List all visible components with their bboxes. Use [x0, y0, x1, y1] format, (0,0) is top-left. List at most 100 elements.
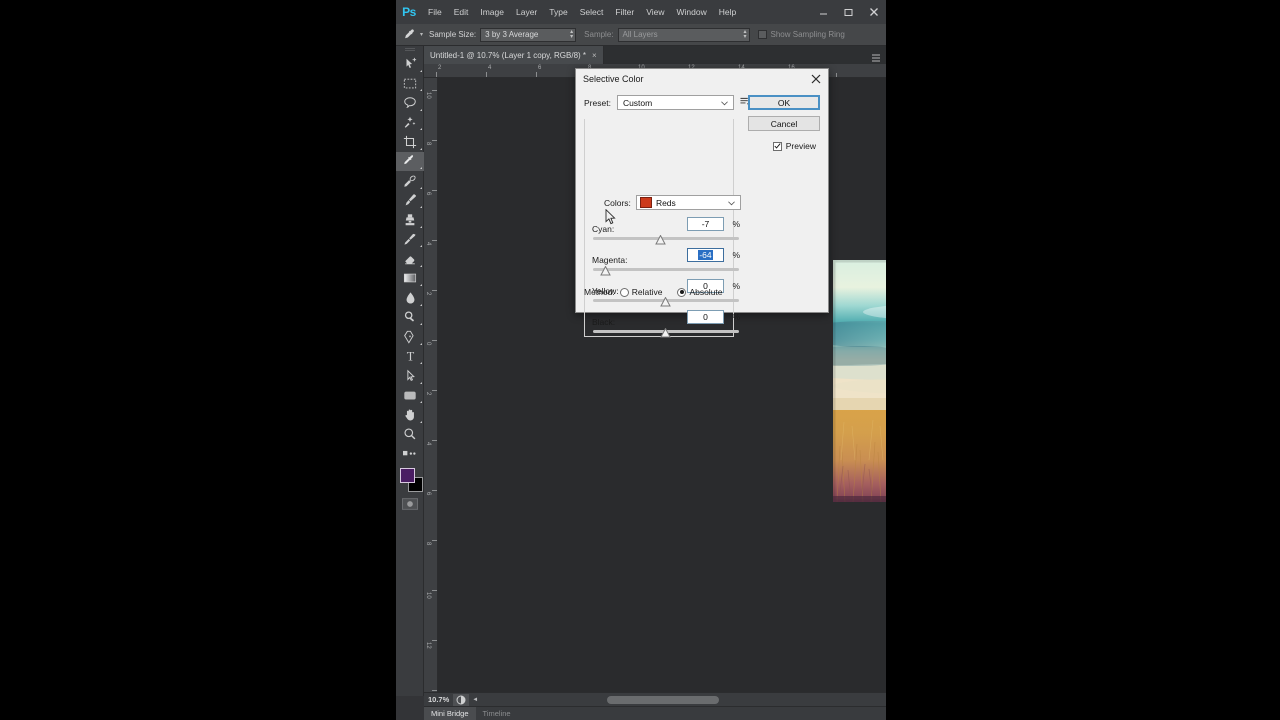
- dialog-buttons: OK Cancel: [748, 95, 820, 131]
- preview-row[interactable]: Preview: [772, 141, 816, 151]
- magenta-slider-thumb[interactable]: [600, 263, 611, 276]
- preset-select[interactable]: Custom: [616, 95, 734, 110]
- eyedropper-icon[interactable]: [400, 25, 420, 45]
- menu-file[interactable]: File: [422, 0, 448, 24]
- path-selection-tool[interactable]: [396, 366, 424, 386]
- selective-color-dialog: Selective Color Preset: Custom Colors: R…: [575, 68, 829, 338]
- history-brush-tool[interactable]: [396, 230, 424, 250]
- tab-mini-bridge[interactable]: Mini Bridge: [424, 706, 476, 720]
- lasso-tool[interactable]: [396, 93, 424, 113]
- magenta-slider-block: Magenta: -64 %: [592, 248, 742, 276]
- dialog-title-bar[interactable]: Selective Color: [576, 69, 828, 88]
- photoshop-logo-icon: Ps: [402, 5, 416, 19]
- eraser-tool[interactable]: [396, 249, 424, 269]
- method-row: Method: Relative Absolute: [584, 287, 723, 297]
- move-tool[interactable]: [396, 54, 424, 74]
- marquee-tool[interactable]: [396, 74, 424, 94]
- sample-size-select[interactable]: 3 by 3 Average ▴ ▾: [480, 27, 577, 42]
- menu-window[interactable]: Window: [670, 0, 712, 24]
- ok-button[interactable]: OK: [748, 95, 820, 110]
- maximize-icon[interactable]: [836, 0, 861, 24]
- close-icon[interactable]: [861, 0, 886, 24]
- rectangle-tool[interactable]: [396, 386, 424, 406]
- eyedropper-tool[interactable]: [396, 151, 424, 171]
- tab-timeline[interactable]: Timeline: [476, 707, 518, 720]
- blur-tool[interactable]: [396, 288, 424, 308]
- black-label: Black:: [592, 317, 616, 327]
- menu-edit[interactable]: Edit: [448, 0, 475, 24]
- spot-healing-brush-tool[interactable]: [396, 171, 424, 191]
- scroll-left-arrow-icon[interactable]: ◄: [469, 697, 481, 703]
- magenta-unit: %: [732, 250, 740, 260]
- hand-tool[interactable]: [396, 405, 424, 425]
- chevron-down-icon: [721, 99, 728, 106]
- options-bar: ▾ Sample Size: 3 by 3 Average ▴ ▾ Sample:…: [396, 24, 886, 46]
- black-slider-thumb[interactable]: [660, 325, 671, 338]
- dodge-tool[interactable]: [396, 308, 424, 328]
- method-relative-label: Relative: [631, 287, 663, 297]
- sample-value: All Layers: [622, 30, 658, 39]
- cyan-input[interactable]: -7: [687, 217, 724, 231]
- colors-value: Reds: [655, 197, 676, 208]
- tool-flyout-triangle-icon-2: [420, 89, 422, 91]
- tool-flyout-triangle-icon-7: [420, 186, 422, 189]
- tool-preset-caret-icon[interactable]: ▾: [420, 31, 423, 38]
- document-tab[interactable]: Untitled-1 @ 10.7% (Layer 1 copy, RGB/8)…: [424, 46, 604, 64]
- canvas-horizontal-scroll-thumb[interactable]: [607, 695, 720, 704]
- clone-stamp-tool[interactable]: [396, 210, 424, 230]
- pen-tool[interactable]: [396, 327, 424, 347]
- cyan-slider-thumb[interactable]: [655, 232, 666, 245]
- black-input[interactable]: 0: [687, 310, 724, 324]
- preset-value: Custom: [622, 97, 653, 108]
- document-close-icon[interactable]: ×: [592, 51, 597, 60]
- radio-relative-icon[interactable]: [619, 287, 629, 297]
- quick-selection-tool[interactable]: [396, 113, 424, 133]
- menu-view[interactable]: View: [640, 0, 670, 24]
- menu-help[interactable]: Help: [713, 0, 742, 24]
- menu-layer[interactable]: Layer: [510, 0, 543, 24]
- method-relative-option[interactable]: Relative: [619, 287, 663, 297]
- tool-flyout-triangle-icon-19: [420, 420, 422, 423]
- menu-type[interactable]: Type: [543, 0, 573, 24]
- magenta-input-selected-text: -64: [698, 250, 713, 260]
- type-tool[interactable]: T: [396, 347, 424, 367]
- preview-checkbox[interactable]: [772, 141, 782, 151]
- bottom-dock: Mini Bridge Timeline: [424, 706, 886, 720]
- colors-swatch-icon: [639, 197, 652, 208]
- colors-label: Colors:: [604, 197, 631, 208]
- tool-flyout-triangle-icon-6: [420, 167, 422, 169]
- method-absolute-option[interactable]: Absolute: [677, 287, 723, 297]
- tool-flyout-triangle-icon-18: [420, 401, 422, 403]
- tool-flyout-triangle-icon-15: [420, 342, 422, 345]
- canvas-horizontal-scrollbar[interactable]: [483, 693, 886, 706]
- method-label: Method:: [584, 287, 615, 297]
- menu-filter[interactable]: Filter: [609, 0, 640, 24]
- crop-tool[interactable]: [396, 132, 424, 152]
- sample-select[interactable]: All Layers ▴ ▾: [617, 27, 750, 42]
- magenta-input[interactable]: -64: [687, 248, 724, 262]
- toolbox-drag-handle[interactable]: [396, 46, 423, 54]
- brush-tool[interactable]: [396, 191, 424, 211]
- tab-collapse-icon[interactable]: [872, 50, 882, 62]
- menu-bar: Ps File Edit Image Layer Type Select Fil…: [396, 0, 886, 24]
- radio-absolute-icon[interactable]: [677, 287, 687, 297]
- cancel-button[interactable]: Cancel: [748, 116, 820, 131]
- dialog-close-icon[interactable]: [808, 71, 824, 86]
- tool-flyout-triangle-icon: [420, 69, 422, 72]
- document-info-icon[interactable]: [453, 693, 470, 706]
- zoom-level[interactable]: 10.7%: [424, 695, 453, 704]
- cyan-slider-track[interactable]: [593, 237, 739, 240]
- chevron-updown-icon-2: ▴ ▾: [743, 28, 747, 40]
- menu-image[interactable]: Image: [474, 0, 510, 24]
- tool-flyout-triangle-icon-5: [420, 147, 422, 150]
- minimize-icon[interactable]: [811, 0, 836, 24]
- gradient-tool[interactable]: [396, 269, 424, 289]
- edit-toolbar-button[interactable]: [396, 444, 424, 464]
- foreground-color-swatch[interactable]: [400, 467, 415, 483]
- show-sampling-ring-checkbox[interactable]: [757, 30, 767, 39]
- quick-mask-icon[interactable]: [396, 496, 424, 512]
- colors-select[interactable]: Reds: [635, 195, 741, 210]
- zoom-tool[interactable]: [396, 425, 424, 445]
- magenta-slider-track[interactable]: [593, 268, 739, 271]
- menu-select[interactable]: Select: [574, 0, 610, 24]
